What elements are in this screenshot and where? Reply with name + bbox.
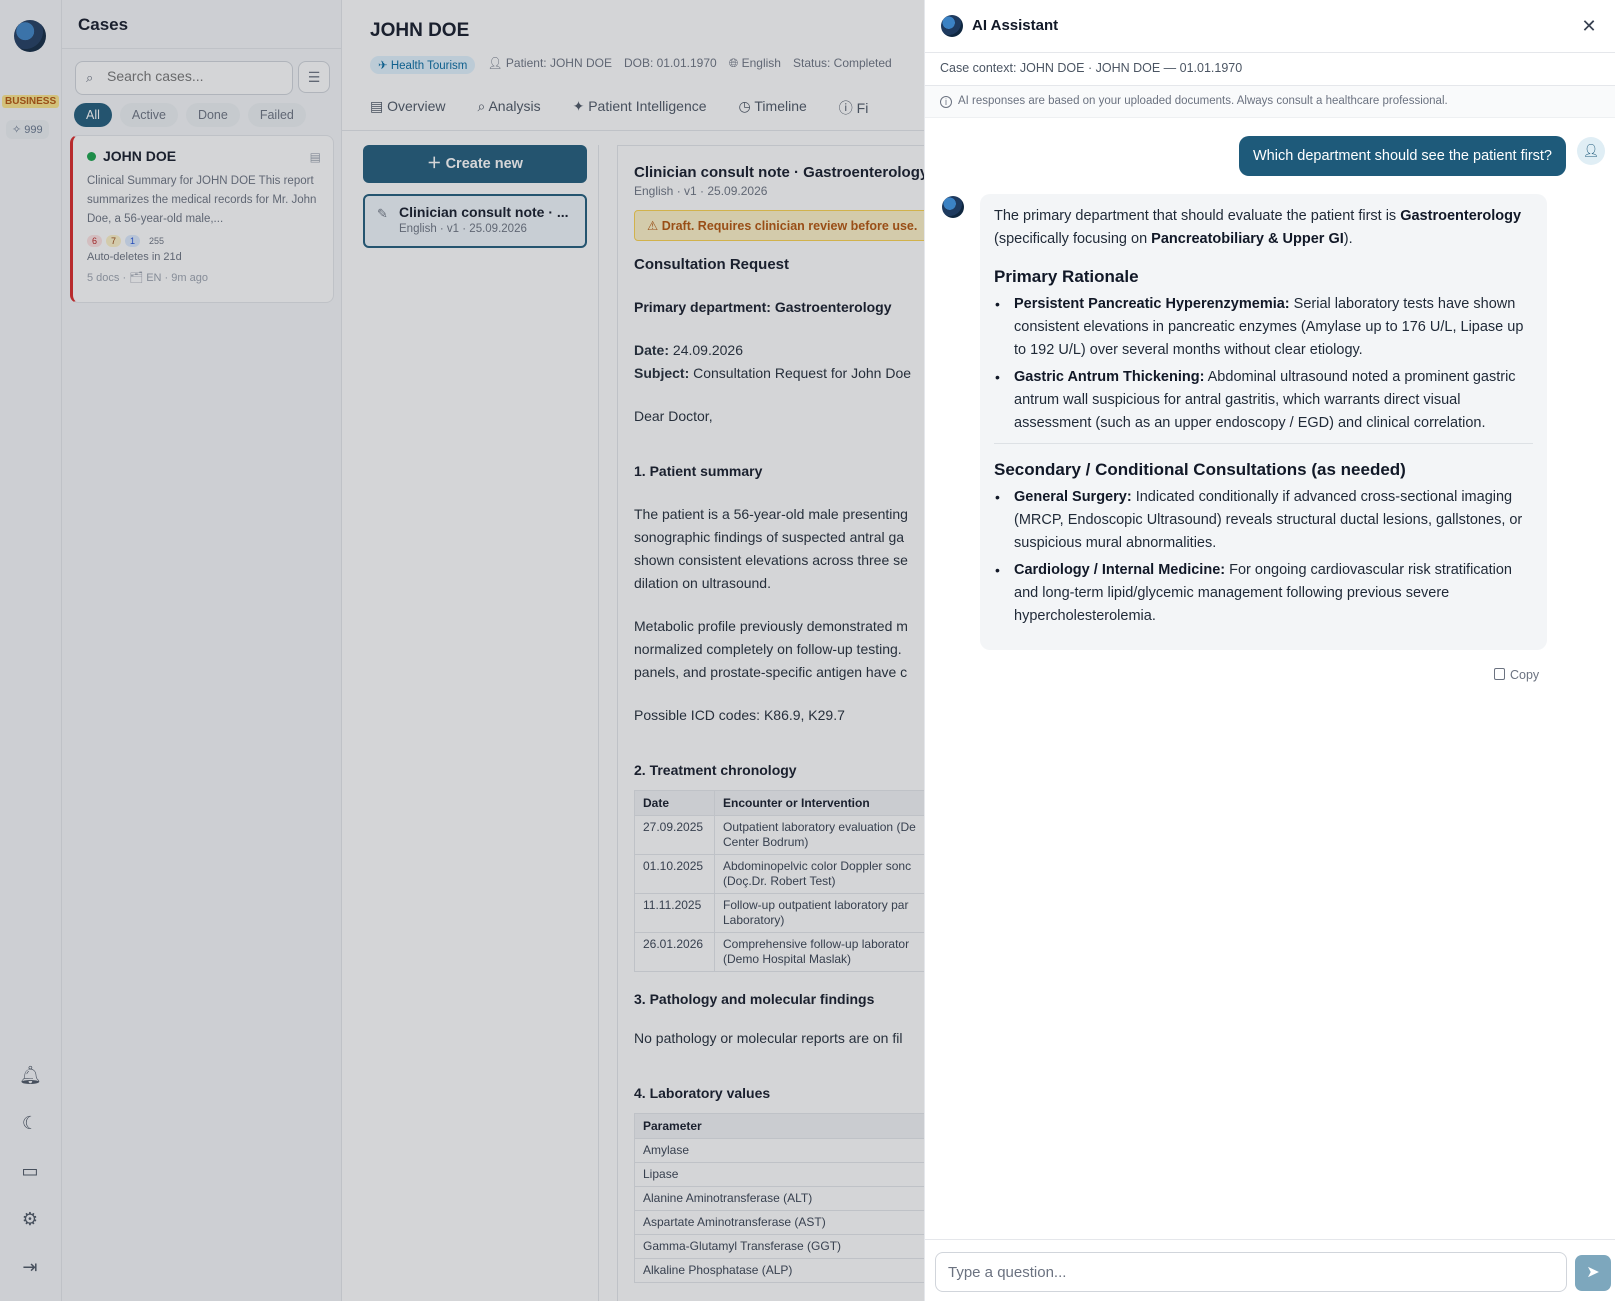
ai-assistant-panel: AI Assistant ✕ Case context: JOHN DOE · … [924,0,1615,1301]
chat-composer: ➤ [925,1239,1615,1301]
list-item-title: Cardiology / Internal Medicine: [1014,562,1226,578]
answer-list: Persistent Pancreatic Hyperenzymemia: Se… [994,293,1533,435]
info-icon: i [940,96,952,108]
modal-backdrop[interactable] [0,0,924,1301]
send-icon: ➤ [1586,1264,1600,1281]
assistant-message: The primary department that should evalu… [980,194,1547,650]
list-item: Gastric Antrum Thickening: Abdominal ult… [994,366,1533,435]
answer-text: ). [1343,231,1353,247]
copy-icon [1494,668,1505,680]
list-item: Persistent Pancreatic Hyperenzymemia: Se… [994,293,1533,362]
disclaimer-text: AI responses are based on your uploaded … [958,95,1448,107]
copy-label: Copy [1510,668,1540,682]
answer-focus: Pancreatobiliary & Upper GI [1151,231,1344,247]
answer-heading: Primary Rationale [994,267,1139,286]
user-avatar-icon: 👤︎ [1577,137,1605,165]
close-icon[interactable]: ✕ [1577,14,1601,38]
assistant-avatar [942,196,964,218]
list-item: General Surgery: Indicated conditionally… [994,486,1533,555]
send-button[interactable]: ➤ [1575,1255,1611,1291]
answer-department: Gastroenterology [1400,208,1522,224]
answer-list: General Surgery: Indicated conditionally… [994,486,1533,628]
assistant-header: AI Assistant ✕ [925,0,1615,53]
case-context: Case context: JOHN DOE · JOHN DOE — 01.0… [925,53,1615,86]
copy-button[interactable]: Copy [1494,668,1539,682]
list-item: Cardiology / Internal Medicine: For ongo… [994,559,1533,628]
assistant-title: AI Assistant [972,17,1059,34]
answer-text: The primary department that should evalu… [994,208,1397,224]
ai-disclaimer: i AI responses are based on your uploaded… [925,86,1615,118]
answer-intro: The primary department that should evalu… [994,205,1533,251]
answer-heading: Secondary / Conditional Consultations (a… [994,460,1406,479]
question-input[interactable] [935,1252,1567,1292]
assistant-logo [941,15,963,37]
list-item-title: Persistent Pancreatic Hyperenzymemia: [1014,296,1290,312]
list-item-title: General Surgery: [1014,489,1132,505]
answer-text: (specifically focusing on [994,231,1148,247]
user-message: Which department should see the patient … [1238,136,1566,176]
list-item-title: Gastric Antrum Thickening: [1014,369,1205,385]
divider [994,443,1533,444]
